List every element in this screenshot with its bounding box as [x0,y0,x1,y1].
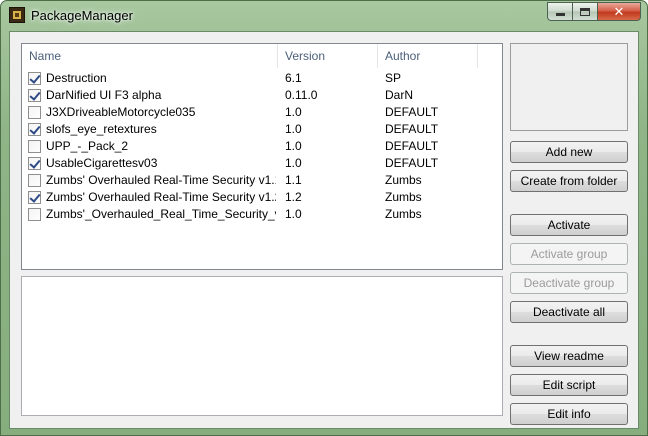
package-preview-image [510,43,628,131]
list-item[interactable]: J3XDriveableMotorcycle035 1.0 DEFAULT [22,104,502,121]
package-name: UsableCigarettesv03 [46,156,158,170]
activate-button[interactable]: Activate [510,214,628,236]
maximize-icon [580,7,590,16]
package-checkbox[interactable] [28,89,41,102]
column-header-author[interactable]: Author [378,44,478,68]
edit-script-button[interactable]: Edit script [510,374,628,396]
package-version: 1.2 [285,190,302,204]
list-item[interactable]: slofs_eye_retextures 1.0 DEFAULT [22,121,502,138]
package-author: DEFAULT [385,139,439,153]
package-name: slofs_eye_retextures [46,122,157,136]
package-author: DEFAULT [385,105,439,119]
package-author: DEFAULT [385,122,439,136]
package-author: DEFAULT [385,156,439,170]
package-author: Zumbs [385,173,422,187]
package-checkbox[interactable] [28,123,41,136]
package-checkbox[interactable] [28,72,41,85]
package-name: DarNified UI F3 alpha [46,88,162,102]
package-name: J3XDriveableMotorcycle035 [46,105,196,119]
package-checkbox[interactable] [28,106,41,119]
title-bar[interactable]: PackageManager ✕ [1,1,647,31]
package-list[interactable]: Name Version Author Destruction 6.1 SP DarN… [21,43,503,270]
package-version: 1.0 [285,105,302,119]
activate-group-button[interactable]: Activate group [510,243,628,265]
package-checkbox[interactable] [28,191,41,204]
package-version: 0.11.0 [285,88,318,102]
column-header-name[interactable]: Name [22,44,278,68]
list-item[interactable]: Zumbs' Overhauled Real-Time Security v1.… [22,189,502,206]
caption-buttons: ✕ [547,2,641,21]
list-rows: Destruction 6.1 SP DarNified UI F3 alpha 0.1… [22,70,502,223]
package-version: 1.0 [285,156,302,170]
package-name: Destruction [46,71,107,85]
package-checkbox[interactable] [28,157,41,170]
package-checkbox[interactable] [28,208,41,221]
list-item[interactable]: Destruction 6.1 SP [22,70,502,87]
package-version: 6.1 [285,71,302,85]
column-header-filler [478,44,502,68]
minimize-icon [555,13,565,16]
maximize-button[interactable] [573,2,598,21]
package-name: UPP_-_Pack_2 [46,139,129,153]
add-new-button[interactable]: Add new [510,141,628,163]
list-item[interactable]: UsableCigarettesv03 1.0 DEFAULT [22,155,502,172]
window-title: PackageManager [31,8,133,23]
package-name: Zumbs' Overhauled Real-Time Security v1.… [46,190,276,204]
list-item[interactable]: UPP_-_Pack_2 1.0 DEFAULT [22,138,502,155]
deactivate-group-button[interactable]: Deactivate group [510,272,628,294]
column-header-version[interactable]: Version [278,44,378,68]
package-manager-window: PackageManager ✕ Name Version Author Des… [0,0,648,436]
package-author: DarN [385,88,414,102]
list-item[interactable]: Zumbs'_Overhauled_Real_Time_Security_v1 1… [22,206,502,223]
close-icon: ✕ [613,3,625,19]
create-from-folder-button[interactable]: Create from folder [510,170,628,192]
package-checkbox[interactable] [28,174,41,187]
minimize-button[interactable] [547,2,573,21]
deactivate-all-button[interactable]: Deactivate all [510,301,628,323]
package-version: 1.0 [285,122,302,136]
edit-info-button[interactable]: Edit info [510,403,628,425]
package-name: Zumbs' Overhauled Real-Time Security v1.… [46,173,276,187]
app-icon [9,7,25,23]
package-name: Zumbs'_Overhauled_Real_Time_Security_v1 [46,207,276,221]
package-author: Zumbs [385,207,422,221]
package-description-box[interactable] [21,276,503,416]
close-button[interactable]: ✕ [598,2,641,21]
package-checkbox[interactable] [28,140,41,153]
package-author: SP [385,71,402,85]
package-version: 1.0 [285,207,302,221]
view-readme-button[interactable]: View readme [510,345,628,367]
package-version: 1.1 [285,173,302,187]
package-version: 1.0 [285,139,302,153]
package-author: Zumbs [385,190,422,204]
list-item[interactable]: Zumbs' Overhauled Real-Time Security v1.… [22,172,502,189]
list-header: Name Version Author [22,44,502,68]
list-item[interactable]: DarNified UI F3 alpha 0.11.0 DarN [22,87,502,104]
client-area: Name Version Author Destruction 6.1 SP DarN… [9,31,639,429]
